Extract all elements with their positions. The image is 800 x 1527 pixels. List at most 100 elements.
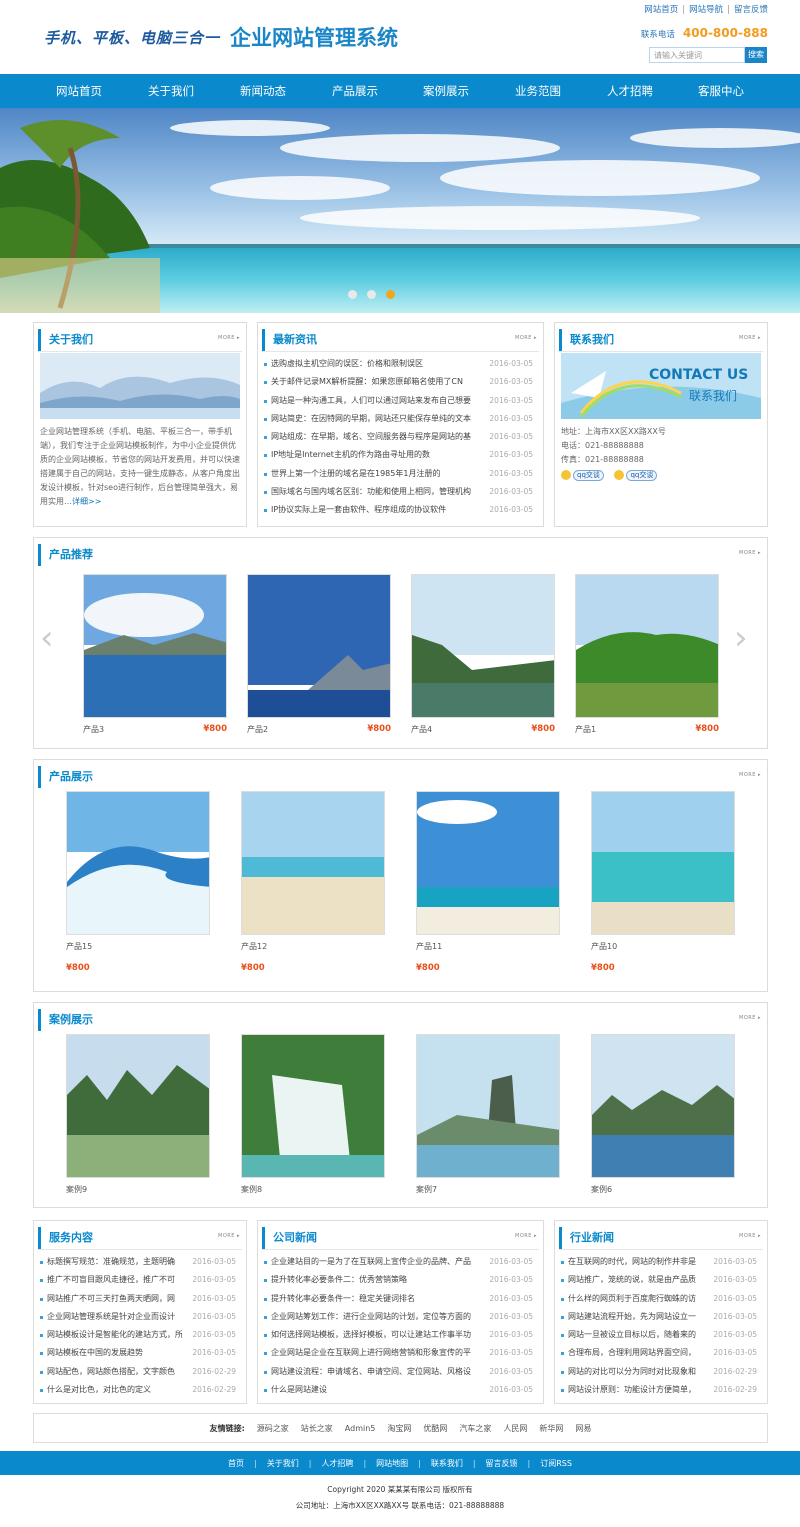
- service-more-link[interactable]: MORE ▸: [218, 1233, 240, 1239]
- case-item[interactable]: 案例8: [241, 1034, 385, 1196]
- nav-item-jobs[interactable]: 人才招聘: [584, 74, 676, 108]
- hero-banner[interactable]: [0, 108, 800, 313]
- news-item[interactable]: 选购虚拟主机空间的误区：价格和限制误区 2016-03-05: [258, 355, 543, 373]
- news-item[interactable]: 如何选择网站模板，选择好模板，可以让建站工作事半功 2016-03-05: [258, 1326, 543, 1344]
- footer-link-rss[interactable]: 订阅RSS: [540, 1458, 572, 1469]
- product-item[interactable]: 产品10 ¥800: [591, 791, 735, 973]
- friend-link[interactable]: 汽车之家: [459, 1423, 491, 1434]
- news-item[interactable]: 网站是一种沟通工具，人们可以通过网站来发布自己想要 2016-03-05: [258, 392, 543, 410]
- top-link-feedback[interactable]: 留言反馈: [734, 5, 768, 15]
- bullet-icon: [40, 1279, 43, 1283]
- footer-link-sitemap[interactable]: 网站地图: [376, 1458, 408, 1469]
- search-button[interactable]: 搜索: [745, 47, 767, 63]
- news-item[interactable]: 合理布局，合理利用网站界面空间， 2016-03-05: [555, 1344, 767, 1362]
- recommend-item[interactable]: 产品3 ¥800: [83, 574, 227, 736]
- friend-link[interactable]: 源码之家: [257, 1423, 289, 1434]
- news-item[interactable]: IP地址是Internet主机的作为路由寻址用的数 2016-03-05: [258, 446, 543, 464]
- product-item[interactable]: 产品15 ¥800: [66, 791, 210, 973]
- news-more-link[interactable]: MORE ▸: [515, 335, 537, 341]
- friend-link[interactable]: 人民网: [503, 1423, 527, 1434]
- friend-link[interactable]: 站长之家: [301, 1423, 333, 1434]
- news-item[interactable]: 标题撰写规范：准确规范，主题明确 2016-03-05: [34, 1253, 246, 1271]
- company-more-link[interactable]: MORE ▸: [515, 1233, 537, 1239]
- news-item[interactable]: 企业建站目的一是为了在互联网上宣传企业的品牌、产品 2016-03-05: [258, 1253, 543, 1271]
- news-item[interactable]: 推广不可盲目跟风走捷径，推广不可 2016-03-05: [34, 1271, 246, 1289]
- nav-item-products[interactable]: 产品展示: [309, 74, 401, 108]
- top-link-sitemap[interactable]: 网站导航: [689, 5, 723, 15]
- footer-link-feedback[interactable]: 留言反馈: [486, 1458, 518, 1469]
- footer-link-jobs[interactable]: 人才招聘: [321, 1458, 353, 1469]
- case-item[interactable]: 案例7: [416, 1034, 560, 1196]
- nav-item-business[interactable]: 业务范围: [492, 74, 584, 108]
- news-item[interactable]: 企业网站是企业在互联网上进行网络营销和形象宣传的平 2016-03-05: [258, 1344, 543, 1362]
- cases-more-link[interactable]: MORE ▸: [739, 1015, 761, 1021]
- news-item-date: 2016-03-05: [192, 1330, 236, 1340]
- contact-more-link[interactable]: MORE ▸: [739, 335, 761, 341]
- news-item[interactable]: 企业网站管理系统是针对企业而设计 2016-03-05: [34, 1308, 246, 1326]
- news-item[interactable]: 网站建站流程开始，先为网站设立一 2016-03-05: [555, 1308, 767, 1326]
- banner-dot-2[interactable]: [367, 290, 376, 299]
- friend-link[interactable]: 优酷网: [423, 1423, 447, 1434]
- news-item[interactable]: 世界上第一个注册的域名是在1985年1月注册的 2016-03-05: [258, 465, 543, 483]
- news-item[interactable]: 网站组成：在早期，域名、空间服务器与程序是网站的基 2016-03-05: [258, 428, 543, 446]
- footer-link-about[interactable]: 关于我们: [267, 1458, 299, 1469]
- product-price: ¥800: [416, 963, 440, 973]
- recommend-more-link[interactable]: MORE ▸: [739, 550, 761, 556]
- friend-link[interactable]: 淘宝网: [387, 1423, 411, 1434]
- news-item[interactable]: 在互联网的时代，网站的制作并非是 2016-03-05: [555, 1253, 767, 1271]
- nav-item-home[interactable]: 网站首页: [33, 74, 125, 108]
- news-item-date: 2016-02-29: [192, 1385, 236, 1395]
- friend-link[interactable]: Admin5: [345, 1424, 376, 1433]
- footer-link-contact[interactable]: 联系我们: [431, 1458, 463, 1469]
- banner-dot-1[interactable]: [348, 290, 357, 299]
- qq-chat-button-2[interactable]: qq交谈: [626, 470, 658, 481]
- chevron-right-icon[interactable]: ›: [734, 618, 748, 658]
- products-more-link[interactable]: MORE ▸: [739, 772, 761, 778]
- news-item[interactable]: 网站简史：在因特网的早期，网站还只能保存单纯的文本 2016-03-05: [258, 410, 543, 428]
- news-item[interactable]: 什么是网站建设 2016-03-05: [258, 1381, 543, 1399]
- news-item[interactable]: 提升转化率必要条件二：优秀营销策略 2016-03-05: [258, 1271, 543, 1289]
- product-item[interactable]: 产品12 ¥800: [241, 791, 385, 973]
- bullet-icon: [40, 1334, 43, 1338]
- case-item[interactable]: 案例6: [591, 1034, 735, 1196]
- news-item[interactable]: 关于邮件记录MX解析提醒：如果您原邮箱名使用了CN 2016-03-05: [258, 373, 543, 391]
- news-item[interactable]: 网站推广，笼统的说，就是由产品质 2016-03-05: [555, 1271, 767, 1289]
- news-item[interactable]: 网站一旦被设立目标以后，随着来的 2016-03-05: [555, 1326, 767, 1344]
- nav-item-cases[interactable]: 案例展示: [400, 74, 492, 108]
- recommend-item[interactable]: 产品4 ¥800: [411, 574, 555, 736]
- bullet-icon: [40, 1389, 43, 1393]
- about-detail-link[interactable]: 详细>>: [72, 497, 101, 506]
- top-link-home[interactable]: 网站首页: [644, 5, 678, 15]
- news-item[interactable]: 网站模板设计是智能化的建站方式，所 2016-03-05: [34, 1326, 246, 1344]
- news-item[interactable]: IP协议实际上是一套由软件、程序组成的协议软件 2016-03-05: [258, 501, 543, 519]
- news-item[interactable]: 网站设计原则：功能设计方便简单， 2016-02-29: [555, 1381, 767, 1399]
- bullet-icon: [264, 1261, 267, 1264]
- about-more-link[interactable]: MORE ▸: [218, 335, 240, 341]
- friend-link[interactable]: 新华网: [539, 1423, 563, 1434]
- news-item[interactable]: 网站配色，网站颜色搭配，文字颜色 2016-02-29: [34, 1363, 246, 1381]
- recommend-item[interactable]: 产品1 ¥800: [575, 574, 719, 736]
- site-logo[interactable]: 手机、平板、电脑三合一 企业网站管理系统: [44, 22, 398, 52]
- industry-more-link[interactable]: MORE ▸: [739, 1233, 761, 1239]
- news-item[interactable]: 企业网站筹划工作：进行企业网站的计划，定位等方面的 2016-03-05: [258, 1308, 543, 1326]
- search-input[interactable]: 请输入关键词: [649, 47, 745, 63]
- case-item[interactable]: 案例9: [66, 1034, 210, 1196]
- news-item[interactable]: 提升转化率必要条件一：稳定关键词排名 2016-03-05: [258, 1290, 543, 1308]
- qq-chat-button-1[interactable]: qq交谈: [573, 470, 604, 481]
- chevron-left-icon[interactable]: ‹: [40, 618, 54, 658]
- product-item[interactable]: 产品11 ¥800: [416, 791, 560, 973]
- news-item[interactable]: 什么样的网页利于百度爬行蜘蛛的访 2016-03-05: [555, 1290, 767, 1308]
- footer-link-home[interactable]: 首页: [228, 1458, 244, 1469]
- nav-item-news[interactable]: 新闻动态: [217, 74, 309, 108]
- nav-item-service[interactable]: 客服中心: [675, 74, 767, 108]
- news-item[interactable]: 网站的对比可以分为同时对比现象和 2016-02-29: [555, 1363, 767, 1381]
- nav-item-about[interactable]: 关于我们: [125, 74, 217, 108]
- news-item[interactable]: 什么是对比色，对比色的定义 2016-02-29: [34, 1381, 246, 1399]
- news-item[interactable]: 网站建设流程：申请域名、申请空间、定位网站、风格设 2016-03-05: [258, 1363, 543, 1381]
- recommend-item[interactable]: 产品2 ¥800: [247, 574, 391, 736]
- friend-link[interactable]: 网易: [575, 1423, 591, 1434]
- banner-dot-3[interactable]: [386, 290, 395, 299]
- news-item[interactable]: 网站模板在中国的发展趋势 2016-03-05: [34, 1344, 246, 1362]
- news-item[interactable]: 网站推广不可三天打鱼两天晒网，网 2016-03-05: [34, 1290, 246, 1308]
- news-item[interactable]: 国际域名与国内域名区别：功能和使用上相同，管理机构 2016-03-05: [258, 483, 543, 501]
